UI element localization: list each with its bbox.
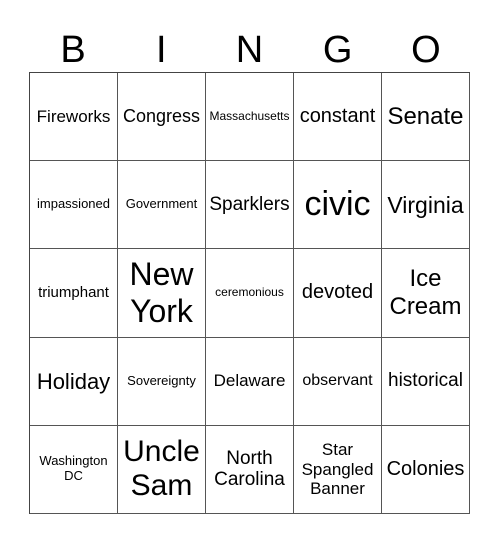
bingo-cell[interactable]: Ice Cream xyxy=(382,249,470,338)
bingo-cell[interactable]: Government xyxy=(118,161,206,250)
bingo-cell[interactable]: Colonies xyxy=(382,425,470,514)
bingo-cell[interactable]: devoted xyxy=(294,249,382,338)
bingo-cell[interactable]: Congress xyxy=(118,73,206,162)
header-letter-i: I xyxy=(156,29,167,71)
bingo-cell[interactable]: Sparklers xyxy=(206,161,294,250)
bingo-cell[interactable]: North Carolina xyxy=(206,425,294,514)
bingo-header: B I N G O xyxy=(29,28,470,72)
bingo-cell[interactable]: Fireworks xyxy=(30,73,118,162)
bingo-cell[interactable]: constant xyxy=(294,73,382,162)
bingo-cell[interactable]: Washington DC xyxy=(30,425,118,514)
bingo-cell[interactable]: triumphant xyxy=(30,249,118,338)
bingo-cell[interactable]: Virginia xyxy=(382,161,470,250)
bingo-cell[interactable]: Holiday xyxy=(30,337,118,426)
bingo-cell[interactable]: Uncle Sam xyxy=(118,425,206,514)
bingo-cell[interactable]: ceremonious xyxy=(206,249,294,338)
bingo-cell[interactable]: Senate xyxy=(382,73,470,162)
bingo-cell[interactable]: Sovereignty xyxy=(118,337,206,426)
header-letter-o: O xyxy=(411,29,441,71)
header-letter-n: N xyxy=(235,29,264,71)
bingo-grid: Fireworks Congress Massachusetts constant Se… xyxy=(29,72,470,514)
bingo-cell[interactable]: historical xyxy=(382,337,470,426)
bingo-cell[interactable]: Massachusetts xyxy=(206,73,294,162)
bingo-cell[interactable]: Delaware xyxy=(206,337,294,426)
header-letter-b: B xyxy=(60,29,86,71)
bingo-cell[interactable]: civic xyxy=(294,161,382,250)
bingo-cell[interactable]: New York xyxy=(118,249,206,338)
header-letter-g: G xyxy=(322,29,353,71)
bingo-cell[interactable]: Star Spangled Banner xyxy=(294,425,382,514)
bingo-cell[interactable]: observant xyxy=(294,337,382,426)
bingo-cell[interactable]: impassioned xyxy=(30,161,118,250)
